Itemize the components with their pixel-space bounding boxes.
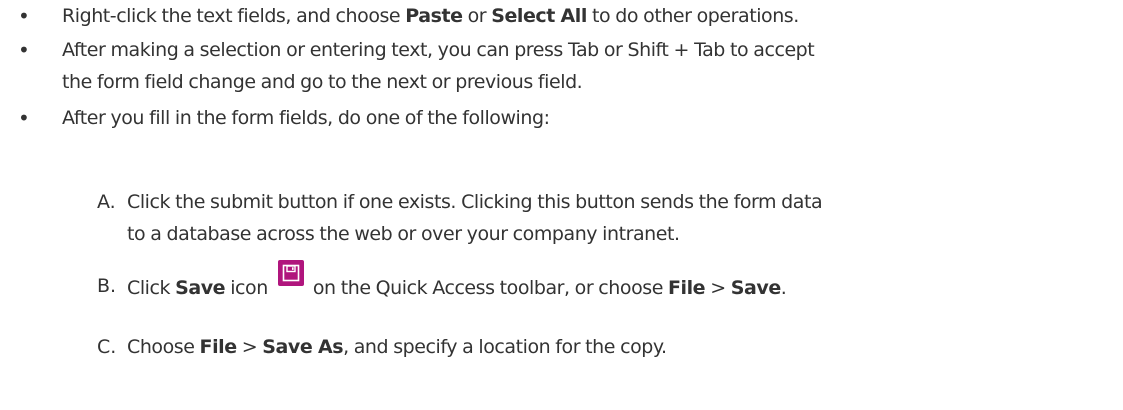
bullet-mark: • [18, 106, 30, 130]
step-text: Choose File > Save As, and specify a loc… [127, 331, 1117, 363]
bold-text: File [199, 336, 238, 358]
bullet-text: Right-click the text fields, and choose … [62, 0, 1117, 32]
step-letter: B. [97, 275, 117, 297]
text-span: > [236, 336, 263, 358]
bold-text: Save As [262, 336, 344, 358]
text-span: Choose [127, 336, 200, 358]
text-span: icon [225, 277, 268, 299]
text-span: Click [127, 277, 176, 299]
bold-text: Select All [491, 5, 587, 27]
text-span: on the Quick Access toolbar, or choose [307, 277, 669, 299]
step-letter: A. [97, 191, 116, 213]
text-line: After making a selection or entering tex… [62, 39, 815, 61]
text-span: Right-click the text fields, and choose [62, 5, 406, 27]
bullet-text: After making a selection or entering tex… [62, 34, 1117, 98]
text-span: > [705, 277, 731, 299]
text-span: to do other operations. [586, 5, 799, 27]
bold-text: File [668, 277, 706, 299]
bold-text: Save [175, 277, 226, 299]
bullet-mark: • [18, 38, 30, 62]
save-icon [277, 260, 304, 286]
text-line: to a database across the web or over you… [127, 223, 680, 245]
bullet-text: After you fill in the form fields, do on… [62, 107, 550, 129]
step-letter: C. [97, 336, 117, 358]
step-text: Click the submit button if one exists. C… [127, 186, 1117, 250]
text-span: or [462, 5, 492, 27]
text-span: , and specify a location for the copy. [343, 336, 667, 358]
text-line: the form field change and go to the next… [62, 71, 583, 93]
bold-text: Save [730, 277, 781, 299]
bullet-mark: • [18, 4, 30, 28]
bold-text: Paste [405, 5, 463, 27]
document-page: • Right-click the text fields, and choos… [0, 0, 1123, 410]
text-line: Click the submit button if one exists. C… [127, 191, 823, 213]
step-text: Click Save icon on the Quick Access tool… [127, 260, 1117, 304]
text-span: . [780, 277, 787, 299]
